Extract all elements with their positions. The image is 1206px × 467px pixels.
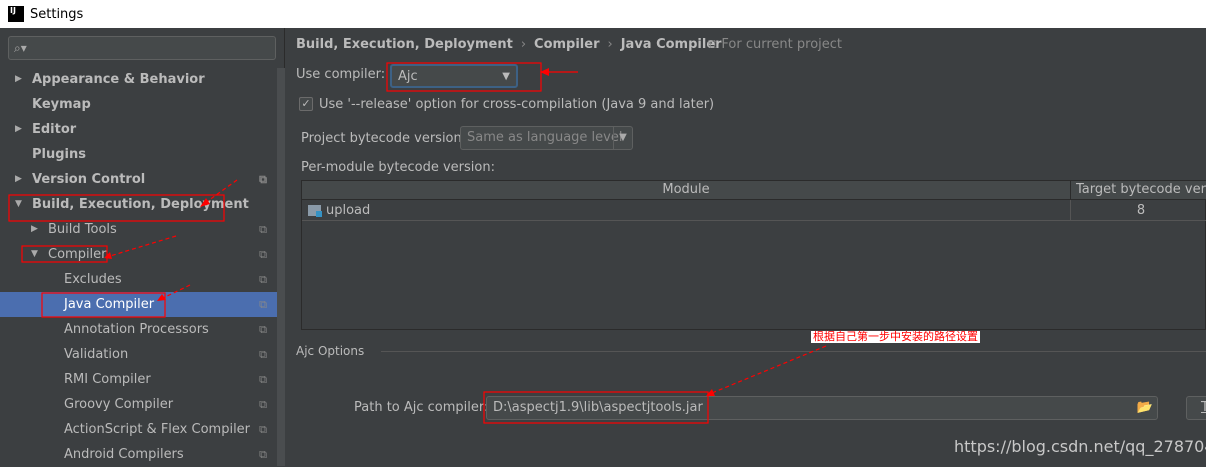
sidebar-item-label: Compiler xyxy=(48,247,107,262)
column-header-module[interactable]: Module xyxy=(302,181,1071,200)
release-option-checkbox[interactable]: ✓ xyxy=(299,97,313,111)
java-compiler-panel: Build, Execution, Deployment › Compiler › Ja… xyxy=(286,28,1206,466)
sidebar-item-label: Validation xyxy=(64,347,129,362)
sidebar-item[interactable]: Excludes ⧉ xyxy=(0,267,277,292)
settings-sidebar: ⌕▾ ▶ Appearance & Behavior Keymap ▶ Editor Pl… xyxy=(0,28,285,466)
project-scope-icon: ⧉ xyxy=(259,398,267,411)
release-option-label: Use '--release' option for cross-compila… xyxy=(319,97,715,112)
sidebar-item[interactable]: ▶ Build Tools ⧉ xyxy=(0,217,277,242)
ajc-options-section-label: Ajc Options xyxy=(296,344,365,358)
use-compiler-select[interactable]: Ajc ▼ xyxy=(390,64,518,88)
sidebar-item-label: Java Compiler xyxy=(64,297,155,312)
intellij-logo-icon: IJ xyxy=(8,6,24,22)
sidebar-item[interactable]: ▼ Compiler ⧉ xyxy=(0,242,277,267)
search-icon: ⌕▾ xyxy=(14,41,27,55)
sidebar-item-label: Excludes xyxy=(64,272,122,287)
module-folder-icon xyxy=(308,205,322,217)
expand-arrow-icon[interactable]: ▶ xyxy=(15,67,22,92)
sidebar-item[interactable]: ▼ Build, Execution, Deployment xyxy=(0,192,277,217)
project-scope-icon: ⧉ xyxy=(259,248,267,261)
project-scope-icon: ⧉ xyxy=(259,348,267,361)
annotation-note: 根据自己第一步中安装的路径设置 xyxy=(811,330,980,343)
section-divider xyxy=(381,351,1206,352)
sidebar-item-label: Build, Execution, Deployment xyxy=(32,197,249,212)
sidebar-item-label: Android Compilers xyxy=(64,447,184,462)
project-scope-icon: ⧉ xyxy=(259,273,267,286)
sidebar-item[interactable]: ActionScript & Flex Compiler ⧉ xyxy=(0,417,277,442)
breadcrumb-item[interactable]: Compiler xyxy=(534,37,599,52)
sidebar-item-label: Appearance & Behavior xyxy=(32,72,205,87)
module-name: upload xyxy=(326,203,371,218)
sidebar-item-label: Plugins xyxy=(32,147,86,162)
sidebar-item[interactable]: Plugins xyxy=(0,142,277,167)
expand-arrow-icon[interactable]: ▶ xyxy=(31,217,38,242)
breadcrumb: Build, Execution, Deployment › Compiler › Ja… xyxy=(296,37,722,52)
collapse-arrow-icon[interactable]: ▼ xyxy=(15,192,22,217)
use-compiler-label: Use compiler: xyxy=(296,67,386,82)
project-scope-icon: ⧉ xyxy=(259,448,267,461)
sidebar-item[interactable]: RMI Compiler ⧉ xyxy=(0,367,277,392)
project-bytecode-select[interactable]: Same as language level ▼ xyxy=(460,126,633,150)
sidebar-item[interactable]: ▶ Version Control ⧉ xyxy=(0,167,277,192)
sidebar-item-label: RMI Compiler xyxy=(64,372,151,387)
breadcrumb-item: Java Compiler xyxy=(620,37,722,52)
chevron-down-icon: ▼ xyxy=(502,71,510,82)
per-module-label: Per-module bytecode version: xyxy=(301,160,495,175)
sidebar-scrollbar[interactable] xyxy=(277,68,285,466)
sidebar-item-label: ActionScript & Flex Compiler xyxy=(64,422,251,437)
sidebar-item-label: Keymap xyxy=(32,97,91,112)
sidebar-item-label: Editor xyxy=(32,122,77,137)
per-module-table: Module Target bytecode version upload 8 xyxy=(301,180,1206,330)
sidebar-item[interactable]: Keymap xyxy=(0,92,277,117)
sidebar-item-label: Groovy Compiler xyxy=(64,397,174,412)
project-scope-icon: ⧉ xyxy=(259,373,267,386)
breadcrumb-separator: › xyxy=(607,37,613,52)
sidebar-item[interactable]: Annotation Processors ⧉ xyxy=(0,317,277,342)
breadcrumb-item[interactable]: Build, Execution, Deployment xyxy=(296,37,513,52)
breadcrumb-separator: › xyxy=(520,37,527,52)
table-row-target[interactable]: 8 xyxy=(1071,200,1206,221)
watermark: https://blog.csdn.net/qq_27870421 xyxy=(954,437,1206,456)
for-current-project: ⧉ For current project xyxy=(708,37,842,52)
project-scope-icon: ⧉ xyxy=(259,423,267,436)
chevron-down-icon: ▼ xyxy=(613,127,632,149)
title-bar: IJ Settings xyxy=(0,0,1206,28)
column-header-target[interactable]: Target bytecode version xyxy=(1071,181,1206,200)
search-input[interactable]: ⌕▾ xyxy=(8,36,276,60)
copy-icon: ⧉ xyxy=(708,37,722,52)
sidebar-item[interactable]: Android Compilers ⧉ xyxy=(0,442,277,467)
test-button[interactable]: T xyxy=(1186,396,1206,420)
project-scope-icon: ⧉ xyxy=(259,223,267,236)
sidebar-item[interactable]: Validation ⧉ xyxy=(0,342,277,367)
use-compiler-value: Ajc xyxy=(398,69,418,84)
window-title: Settings xyxy=(30,6,84,22)
path-value: D:\aspectj1.9\lib\aspectjtools.jar xyxy=(493,400,703,415)
sidebar-item-label: Annotation Processors xyxy=(64,322,209,337)
collapse-arrow-icon[interactable]: ▼ xyxy=(31,242,38,267)
table-row-module[interactable]: upload xyxy=(302,200,1071,221)
folder-browse-icon[interactable]: 📂 xyxy=(1137,397,1153,419)
path-label: Path to Ajc compiler: xyxy=(354,400,489,415)
for-current-project-label: For current project xyxy=(721,37,843,52)
project-bytecode-label: Project bytecode version: xyxy=(301,131,467,146)
project-scope-icon: ⧉ xyxy=(259,323,267,336)
expand-arrow-icon[interactable]: ▶ xyxy=(15,167,22,192)
sidebar-item[interactable]: ▶ Editor xyxy=(0,117,277,142)
sidebar-item[interactable]: ▶ Appearance & Behavior xyxy=(0,67,277,92)
project-scope-icon: ⧉ xyxy=(259,173,267,186)
sidebar-item-label: Version Control xyxy=(32,172,146,187)
project-bytecode-value: Same as language level xyxy=(467,130,623,145)
expand-arrow-icon[interactable]: ▶ xyxy=(15,117,22,142)
sidebar-item[interactable]: Java Compiler ⧉ xyxy=(0,292,277,317)
path-input[interactable]: D:\aspectj1.9\lib\aspectjtools.jar 📂 xyxy=(486,396,1158,420)
sidebar-item-label: Build Tools xyxy=(48,222,117,237)
project-scope-icon: ⧉ xyxy=(259,298,267,311)
sidebar-item[interactable]: Groovy Compiler ⧉ xyxy=(0,392,277,417)
